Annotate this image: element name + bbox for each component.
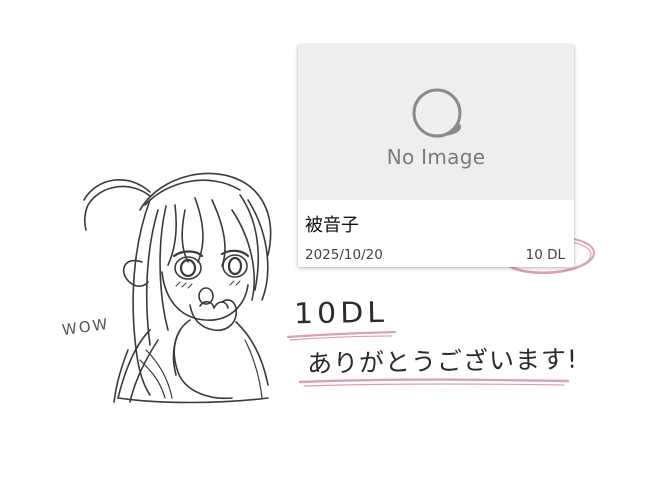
thumbnail-placeholder: No Image [298, 45, 574, 200]
no-image-label: No Image [386, 145, 486, 169]
count-text: 10DL [293, 296, 389, 331]
item-card[interactable]: No Image 被音子 2025/10/20 10 DL [298, 45, 574, 267]
no-image-circle-icon [412, 88, 462, 138]
count-underline [286, 330, 397, 339]
thanks-underline [298, 378, 570, 384]
thanks-text: ありがとうございます! [306, 344, 579, 379]
download-count: 10 DL [525, 247, 565, 263]
canvas: No Image 被音子 2025/10/20 10 DL WOW 10DL あ… [0, 0, 648, 486]
item-title[interactable]: 被音子 [305, 211, 359, 237]
wow-text: WOW [60, 314, 111, 340]
item-date: 2025/10/20 [305, 247, 383, 263]
